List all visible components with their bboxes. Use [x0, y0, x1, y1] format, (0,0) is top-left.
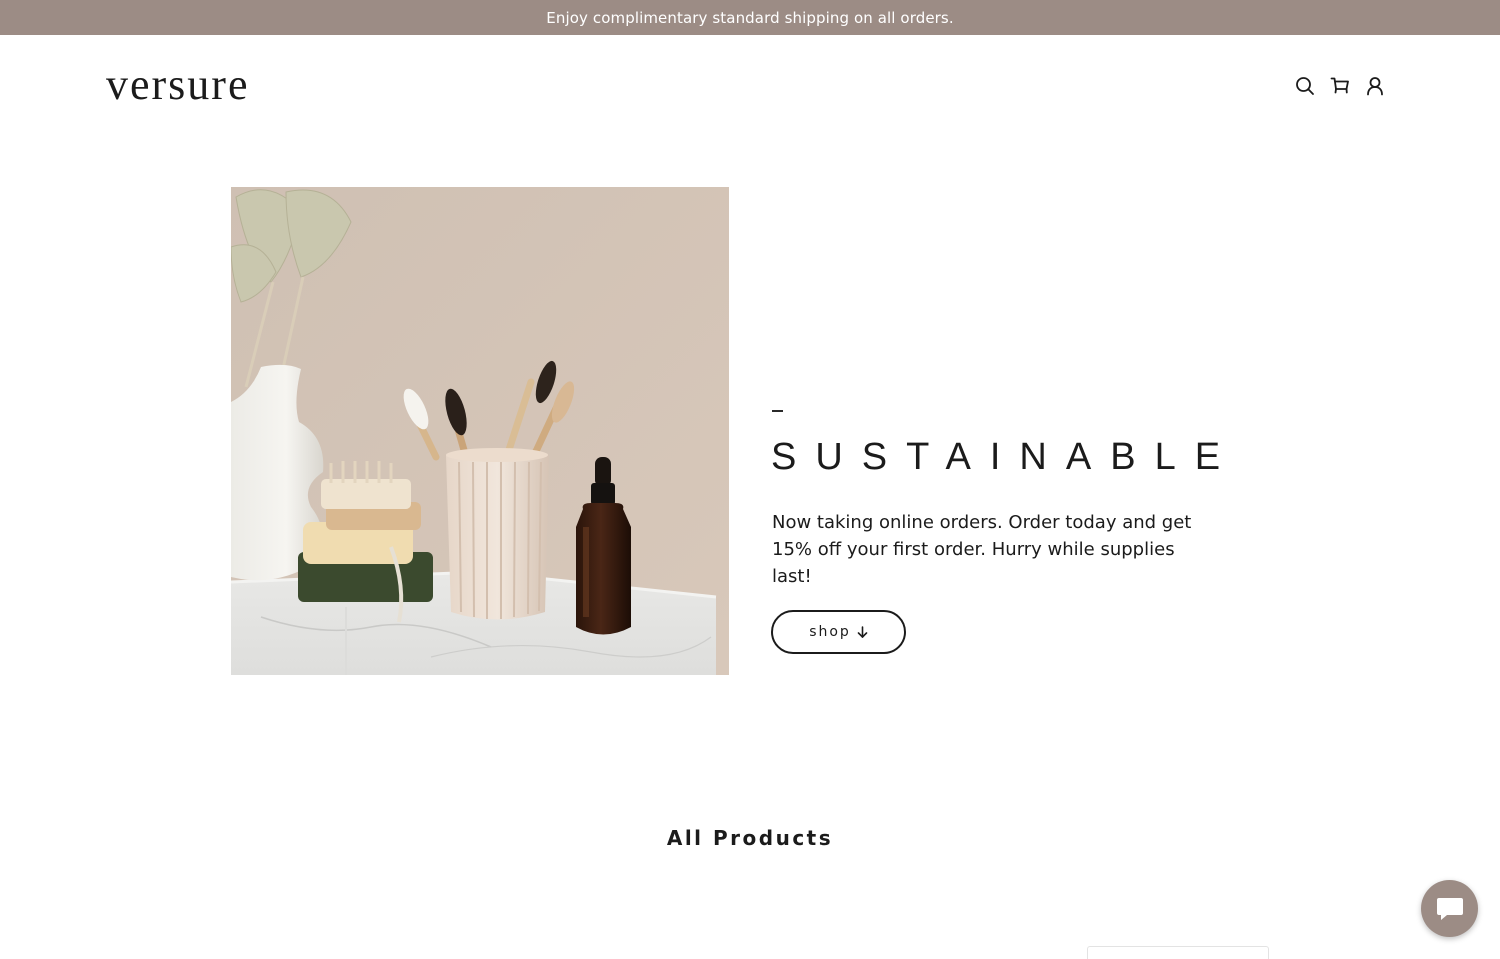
shop-button-label: shop [809, 624, 851, 640]
search-icon[interactable] [1294, 75, 1316, 97]
announcement-text: Enjoy complimentary standard shipping on… [546, 8, 954, 27]
hero-accent-dash [772, 410, 783, 412]
chat-bubble-icon [1436, 897, 1463, 920]
site-header: versure [0, 35, 1500, 135]
arrow-down-icon [857, 626, 868, 638]
all-products-heading: All Products [666, 826, 834, 850]
hero-title: SUSTAINABLE [771, 436, 1240, 478]
chat-button[interactable] [1421, 880, 1478, 937]
product-card[interactable] [1087, 946, 1269, 959]
hero-description: Now taking online orders. Order today an… [772, 512, 1192, 587]
site-logo[interactable]: versure [106, 63, 250, 107]
shop-button[interactable]: shop [771, 610, 906, 654]
hero-image [231, 187, 729, 675]
cart-icon[interactable] [1329, 75, 1351, 97]
announcement-bar: Enjoy complimentary standard shipping on… [0, 0, 1500, 35]
account-icon[interactable] [1364, 75, 1386, 97]
